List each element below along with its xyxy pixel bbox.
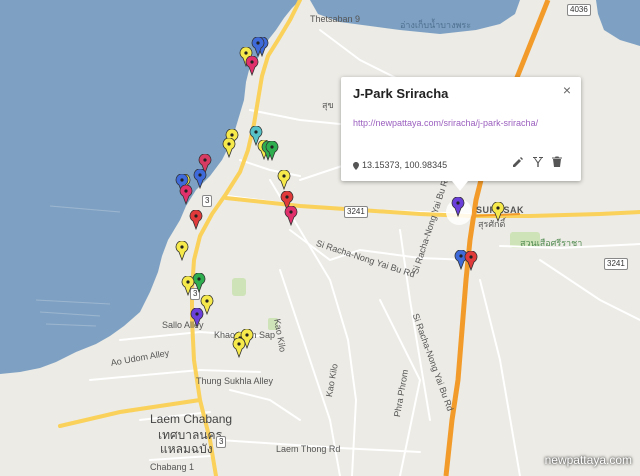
map-canvas[interactable]: Thetsaban 9 อ่างเก็บน้ำบางพระ สุข SURASA… (0, 0, 640, 476)
route-shield-4036: 4036 (567, 4, 591, 16)
edit-icon[interactable] (511, 156, 525, 170)
route-shield-3: 3 (216, 436, 227, 448)
map-marker[interactable] (222, 138, 242, 168)
map-marker[interactable] (232, 338, 252, 368)
info-window-tail (452, 181, 468, 191)
route-shield-3241: 3241 (344, 206, 368, 218)
style-icon[interactable] (531, 156, 545, 170)
close-icon[interactable]: × (563, 82, 571, 98)
label-reservoir-thai: อ่างเก็บน้ำบางพระ (400, 20, 472, 30)
map-marker[interactable] (265, 141, 285, 171)
info-window-link[interactable]: http://newpattaya.com/sriracha/j-park-sr… (353, 118, 538, 128)
label-laem-chabang: Laem Chabang (150, 412, 233, 426)
info-window-title: J-Park Sriracha (353, 86, 449, 101)
map-marker[interactable] (181, 276, 201, 306)
map-marker[interactable] (464, 251, 484, 281)
delete-icon[interactable] (550, 156, 564, 170)
label-park-thai: สวนเสือศรีราชา (520, 238, 583, 248)
map-marker[interactable] (451, 197, 471, 227)
label-laem-chabang-thai-2: แหลมฉบัง (160, 442, 213, 456)
label-sukhumvit-thai: สุข (322, 100, 334, 110)
map-marker[interactable] (284, 206, 304, 236)
label-thung-sukhla: Thung Sukhla Alley (196, 376, 274, 386)
label-chabang: Chabang 1 (150, 462, 195, 472)
coordinates-text: 13.15373, 100.98345 (362, 160, 448, 170)
info-window: J-Park Sriracha × http://newpattaya.com/… (341, 77, 581, 191)
map-marker[interactable] (491, 202, 511, 232)
label-thetsaban: Thetsaban 9 (310, 14, 361, 24)
map-marker[interactable] (190, 308, 210, 338)
map-marker[interactable] (175, 241, 195, 271)
label-laem-thong: Laem Thong Rd (276, 444, 341, 454)
map-marker[interactable] (251, 37, 271, 67)
location-pin-icon (353, 161, 359, 170)
route-shield-3241: 3241 (604, 258, 628, 270)
coordinates-readout: 13.15373, 100.98345 (353, 160, 447, 170)
map-marker[interactable] (189, 210, 209, 240)
watermark: newpattaya.com (544, 453, 632, 467)
